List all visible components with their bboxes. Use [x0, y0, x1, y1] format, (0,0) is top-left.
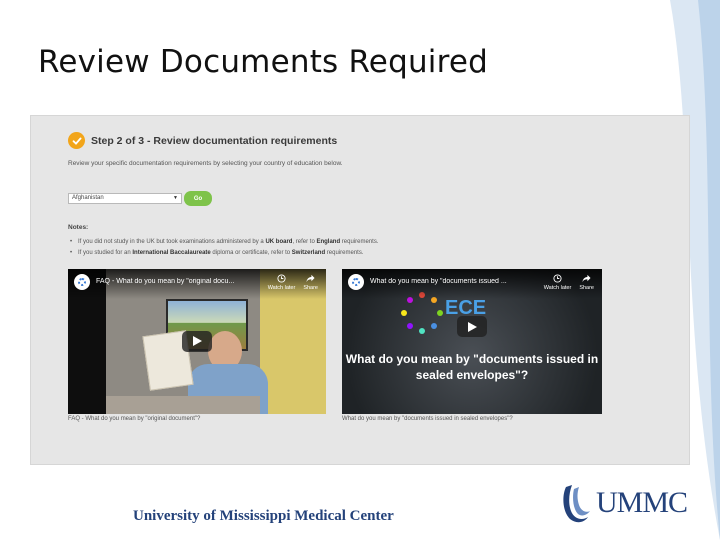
ummc-logo-text: UMMC: [596, 486, 688, 519]
play-button[interactable]: [182, 330, 212, 352]
country-select[interactable]: Afghanistan ▼: [68, 193, 182, 204]
note-link[interactable]: Switzerland: [292, 250, 325, 256]
note-item: If you did not study in the UK but took …: [70, 237, 378, 248]
clock-icon: [553, 274, 562, 283]
play-icon: [192, 336, 202, 346]
video-title[interactable]: What do you mean by "documents issued ..…: [370, 278, 520, 285]
slide-title: Review Documents Required: [38, 44, 489, 80]
watch-later-button[interactable]: Watch later: [544, 274, 571, 291]
checkmark-icon: [68, 132, 85, 149]
video-caption: What do you mean by "documents issued in…: [342, 416, 513, 422]
note-link[interactable]: UK board: [265, 239, 292, 245]
embedded-webpage-screenshot: Step 2 of 3 - Review documentation requi…: [30, 115, 690, 465]
note-link[interactable]: International Baccalaureate: [132, 250, 210, 256]
share-button[interactable]: Share: [579, 274, 594, 291]
video-overlay-text: What do you mean by "documents issued in…: [345, 352, 599, 382]
notes-list: If you did not study in the UK but took …: [70, 237, 379, 259]
dropdown-arrow-icon: ▼: [173, 195, 178, 201]
video-player-original-document[interactable]: FAQ - What do you mean by "original docu…: [68, 269, 326, 414]
step-title: Step 2 of 3 - Review documentation requi…: [91, 134, 338, 147]
play-button[interactable]: [457, 316, 487, 337]
share-button[interactable]: Share: [303, 274, 318, 291]
video-title[interactable]: FAQ - What do you mean by "original docu…: [96, 278, 246, 285]
share-icon: [582, 274, 591, 283]
channel-avatar[interactable]: [348, 274, 364, 290]
video-player-sealed-envelopes[interactable]: ECE What do you mean by "documents issue…: [342, 269, 602, 414]
notes-label: Notes:: [68, 224, 89, 231]
note-item: If you studied for an International Bacc…: [70, 248, 379, 259]
clock-icon: [277, 274, 286, 283]
step-header: Step 2 of 3 - Review documentation requi…: [68, 132, 337, 149]
play-icon: [467, 321, 477, 332]
watch-later-button[interactable]: Watch later: [268, 274, 295, 291]
ummc-logo: UMMC: [560, 481, 688, 525]
channel-avatar[interactable]: [74, 274, 90, 290]
note-link[interactable]: England: [316, 239, 340, 245]
step-instructions: Review your specific documentation requi…: [68, 160, 343, 167]
institution-name: University of Mississippi Medical Center: [133, 508, 394, 524]
go-button[interactable]: Go: [184, 191, 212, 206]
country-select-value: Afghanistan: [72, 195, 104, 201]
ummc-emblem-icon: [563, 485, 590, 523]
video-caption: FAQ - What do you mean by "original docu…: [68, 416, 201, 422]
share-icon: [306, 274, 315, 283]
